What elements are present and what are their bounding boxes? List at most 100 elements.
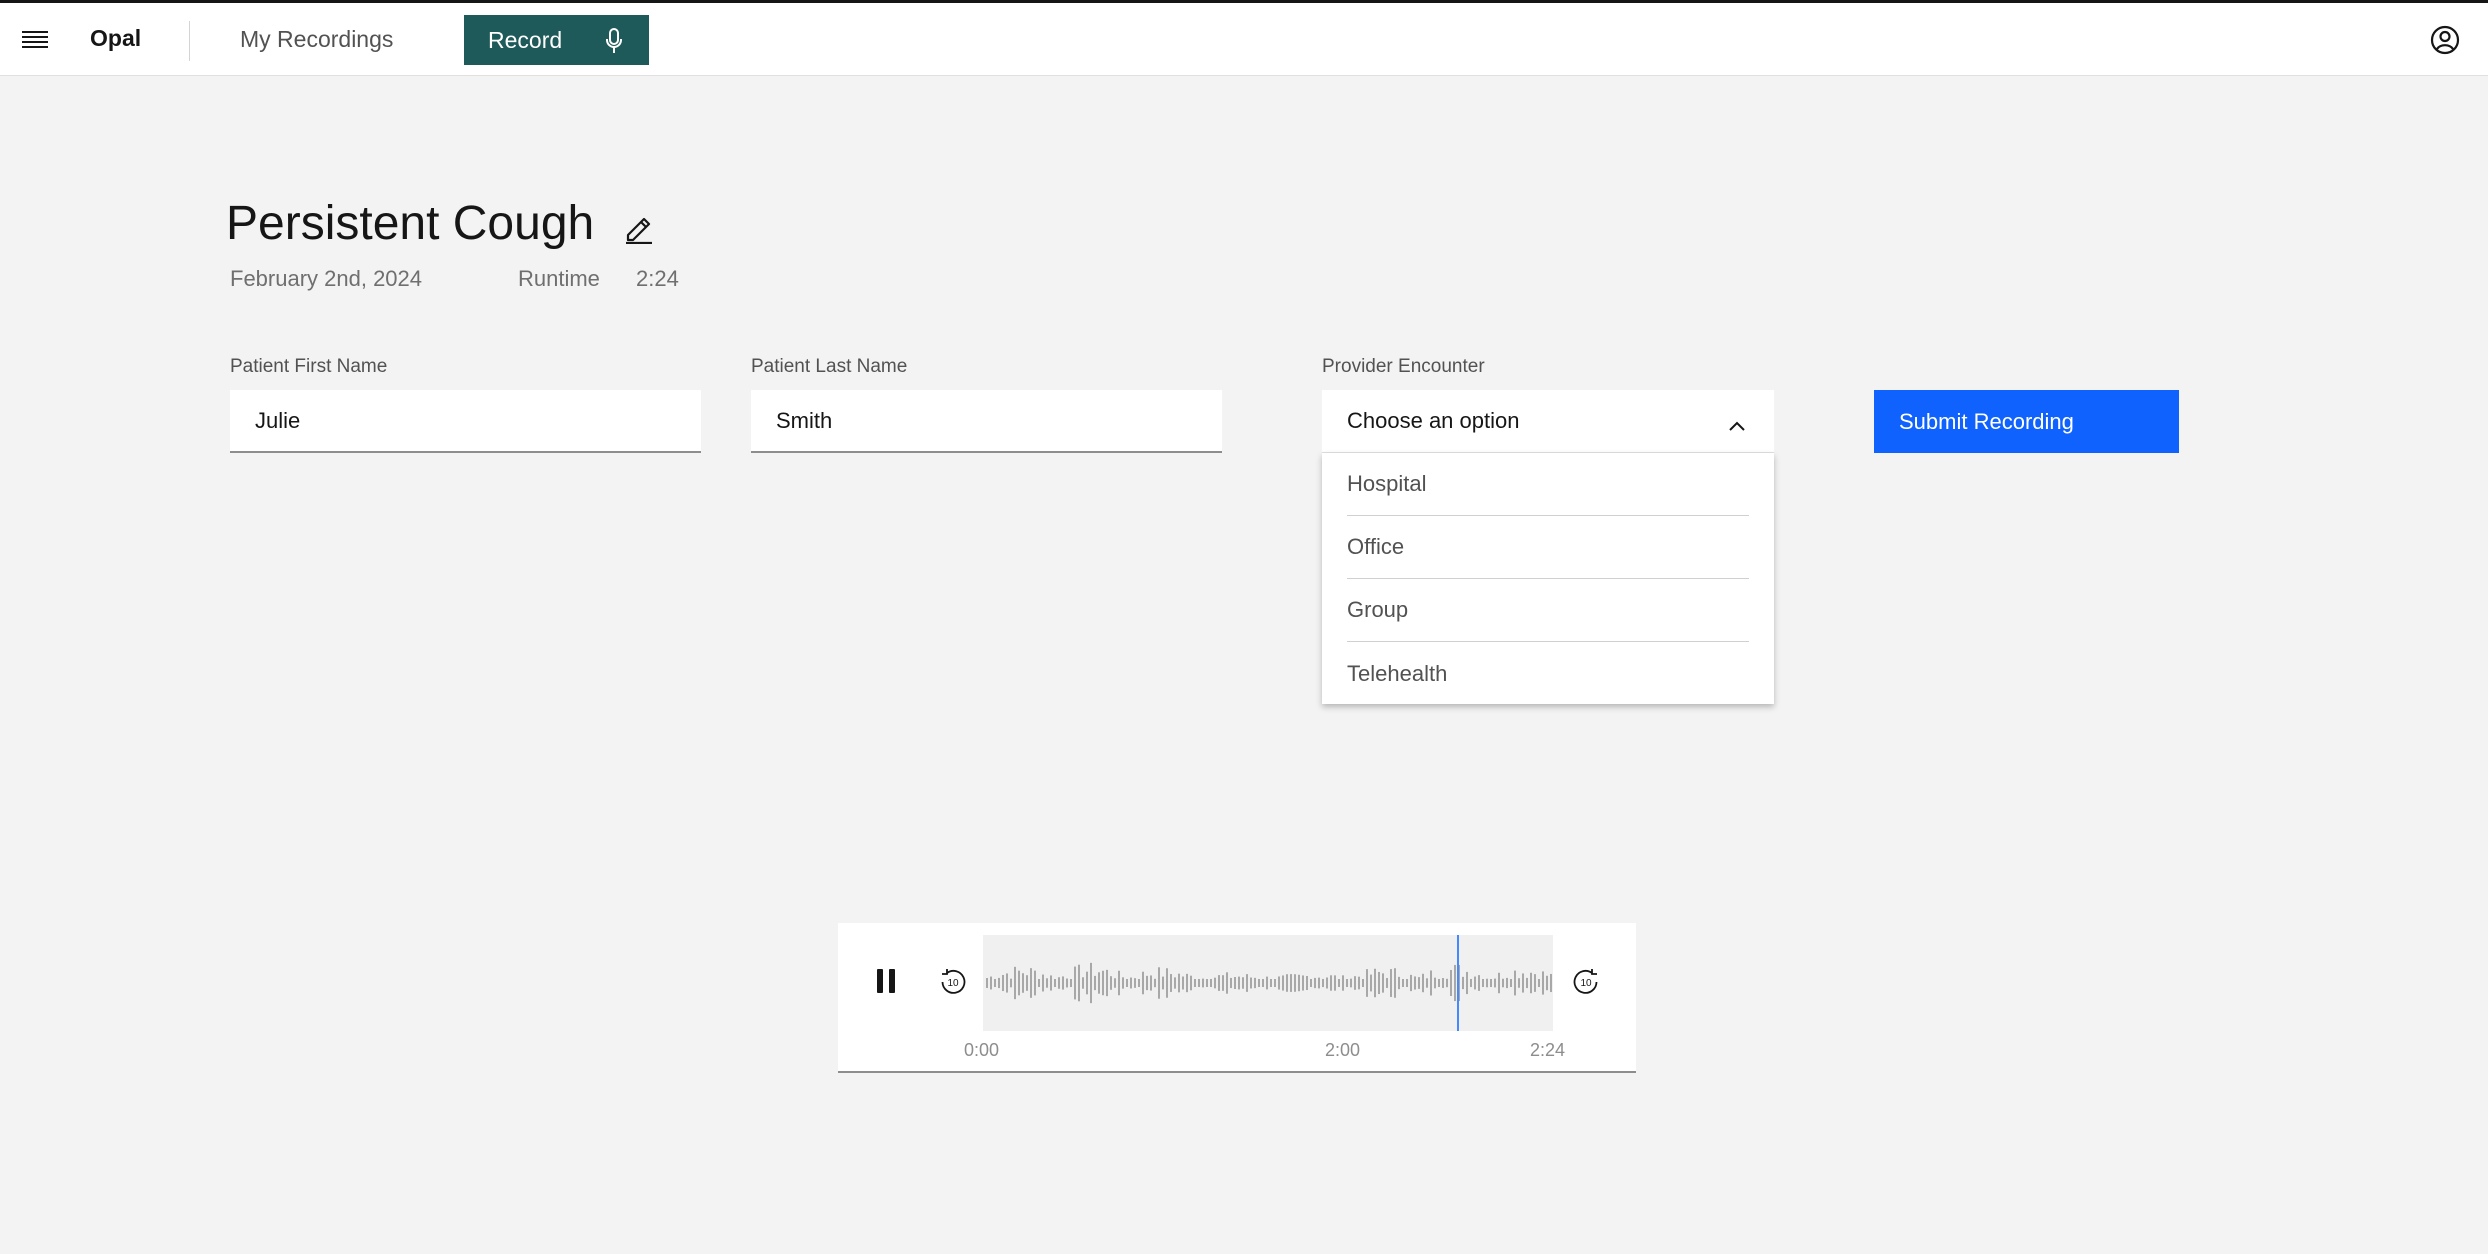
waveform-bar <box>1266 976 1268 990</box>
waveform-bar <box>1218 975 1220 991</box>
waveform-bar <box>1146 975 1148 991</box>
waveform-bar <box>1446 978 1448 988</box>
nav-my-recordings[interactable]: My Recordings <box>240 26 393 53</box>
waveform-bar <box>1486 978 1488 988</box>
waveform-bar <box>1122 977 1124 989</box>
waveform-bar <box>1258 979 1260 987</box>
rewind-10-icon: 10 <box>941 969 966 994</box>
waveform-bar <box>1314 977 1316 989</box>
waveform-bar <box>1274 979 1276 987</box>
last-name-label: Patient Last Name <box>751 356 908 377</box>
provider-encounter-select[interactable]: Choose an option <box>1322 390 1774 453</box>
time-end-label: 2:24 <box>1530 1040 1566 1060</box>
waveform-bar <box>1150 975 1152 991</box>
waveform-bar <box>1326 977 1328 989</box>
waveform-bar <box>1506 977 1508 989</box>
waveform-bar <box>1078 964 1080 1002</box>
waveform-bar <box>1010 978 1012 988</box>
waveform-bar <box>1374 968 1376 998</box>
option-hospital[interactable]: Hospital <box>1347 453 1749 516</box>
waveform-bar <box>1542 971 1544 995</box>
option-group[interactable]: Group <box>1347 579 1749 642</box>
waveform-bar <box>994 979 996 987</box>
waveform-bar <box>1450 969 1452 997</box>
waveform-bar <box>1550 973 1552 993</box>
waveform-bar <box>1398 976 1400 990</box>
waveform-bar <box>1342 975 1344 991</box>
waveform-bar <box>1262 979 1264 987</box>
waveform-bar <box>1026 975 1028 991</box>
waveform-bar <box>1194 979 1196 987</box>
forward-10-icon: 10 <box>1573 969 1598 994</box>
waveform-bar <box>1074 966 1076 1000</box>
waveform-bar <box>1242 977 1244 989</box>
waveform-bar <box>1546 975 1548 991</box>
pause-button[interactable] <box>866 961 906 1001</box>
waveform-bar <box>998 977 1000 989</box>
waveform-bar <box>1270 979 1272 987</box>
waveform-bar <box>1090 962 1092 1004</box>
waveform-bar <box>1222 975 1224 991</box>
waveform-bar <box>1142 971 1144 995</box>
waveform-bar <box>1114 978 1116 988</box>
waveform-graph <box>986 935 1552 1031</box>
encounter-dropdown-menu: Hospital Office Group Telehealth <box>1322 453 1774 704</box>
waveform-bar <box>1186 973 1188 993</box>
waveform-bar <box>1426 978 1428 988</box>
recording-date: February 2nd, 2024 <box>230 266 423 291</box>
first-name-input[interactable] <box>230 390 701 453</box>
waveform-bar <box>1530 972 1532 994</box>
option-office[interactable]: Office <box>1347 516 1749 579</box>
microphone-icon <box>605 28 623 60</box>
waveform-bar <box>1002 974 1004 992</box>
waveform-bar <box>1322 978 1324 988</box>
waveform-bar <box>1234 976 1236 990</box>
record-button[interactable]: Record <box>464 15 649 65</box>
waveform-bar <box>1474 976 1476 990</box>
waveform-bar <box>1110 976 1112 990</box>
waveform-bar <box>1434 977 1436 989</box>
waveform-bar <box>1238 976 1240 990</box>
submit-recording-button[interactable]: Submit Recording <box>1874 390 2179 453</box>
waveform-scrubber[interactable] <box>983 935 1553 1031</box>
waveform-bar <box>1046 978 1048 988</box>
top-header: Opal My Recordings Record <box>0 0 2488 76</box>
waveform-bar <box>1126 979 1128 987</box>
rewind-10-button[interactable]: 10 <box>938 967 968 997</box>
waveform-bar <box>1406 979 1408 987</box>
waveform-bar <box>1366 969 1368 997</box>
waveform-bar <box>1118 970 1120 996</box>
waveform-bar <box>1510 979 1512 987</box>
waveform-bar <box>1174 977 1176 989</box>
waveform-bar <box>1454 964 1456 1002</box>
app-brand[interactable]: Opal <box>90 25 141 52</box>
waveform-bar <box>1442 978 1444 988</box>
waveform-bar <box>1246 974 1248 992</box>
forward-10-button[interactable]: 10 <box>1571 967 1601 997</box>
menu-icon[interactable] <box>10 15 60 65</box>
waveform-bar <box>1190 975 1192 991</box>
waveform-bar <box>1170 974 1172 992</box>
runtime-label: Runtime <box>518 266 600 291</box>
waveform-bar <box>1230 977 1232 989</box>
option-telehealth[interactable]: Telehealth <box>1347 642 1749 705</box>
waveform-bar <box>1134 978 1136 988</box>
last-name-input[interactable] <box>751 390 1222 453</box>
user-avatar-icon[interactable] <box>2422 17 2468 63</box>
waveform-bar <box>1310 979 1312 987</box>
waveform-bar <box>1034 970 1036 996</box>
header-divider <box>189 21 190 61</box>
edit-title-button[interactable] <box>620 208 658 246</box>
waveform-bar <box>1066 978 1068 988</box>
waveform-bar <box>1330 975 1332 991</box>
waveform-bar <box>1210 979 1212 987</box>
waveform-bar <box>1438 979 1440 987</box>
waveform-bar <box>1470 978 1472 988</box>
waveform-bar <box>1030 968 1032 998</box>
waveform-bar <box>1518 978 1520 988</box>
waveform-bar <box>1294 974 1296 992</box>
time-current-label: 2:00 <box>1325 1040 1361 1060</box>
waveform-bar <box>1370 974 1372 992</box>
waveform-bar <box>1042 974 1044 992</box>
waveform-bar <box>1350 978 1352 988</box>
